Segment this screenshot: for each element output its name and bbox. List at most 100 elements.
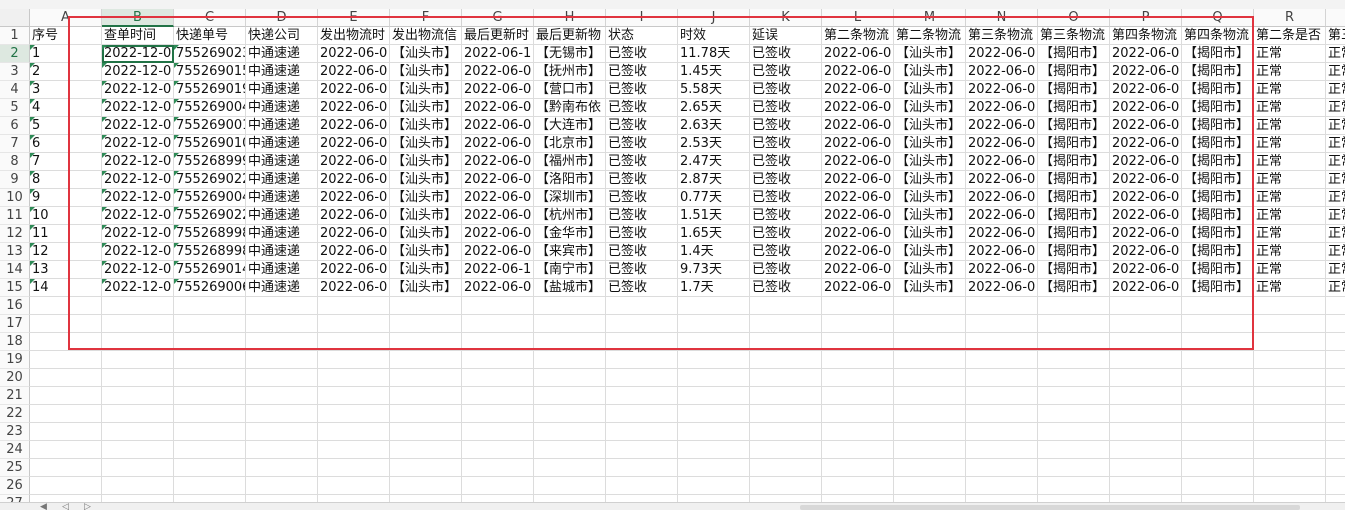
empty-cell[interactable]	[822, 333, 894, 351]
cell-M12[interactable]: 【汕头市】	[894, 225, 966, 243]
cell-M13[interactable]: 【汕头市】	[894, 243, 966, 261]
column-header-E[interactable]: E	[318, 9, 390, 27]
empty-cell[interactable]	[894, 351, 966, 369]
header-cell-M[interactable]: 第二条物流	[894, 27, 966, 45]
cell-O7[interactable]: 【揭阳市】	[1038, 135, 1110, 153]
cell-G7[interactable]: 2022-06-0	[462, 135, 534, 153]
empty-cell[interactable]	[102, 387, 174, 405]
cell-B8[interactable]: 2022-12-0	[102, 153, 174, 171]
cell-N11[interactable]: 2022-06-0	[966, 207, 1038, 225]
empty-cell[interactable]	[606, 459, 678, 477]
column-header-G[interactable]: G	[462, 9, 534, 27]
column-header-R[interactable]: R	[1254, 9, 1326, 27]
empty-cell[interactable]	[894, 369, 966, 387]
cell-S5[interactable]: 正常	[1326, 99, 1345, 117]
cell-P13[interactable]: 2022-06-0	[1110, 243, 1182, 261]
column-header-F[interactable]: F	[390, 9, 462, 27]
cell-Q13[interactable]: 【揭阳市】	[1182, 243, 1254, 261]
cell-R7[interactable]: 正常	[1254, 135, 1326, 153]
empty-cell[interactable]	[750, 387, 822, 405]
column-header-J[interactable]: J	[678, 9, 750, 27]
empty-cell[interactable]	[1254, 441, 1326, 459]
cell-R3[interactable]: 正常	[1254, 63, 1326, 81]
empty-cell[interactable]	[246, 459, 318, 477]
cell-N7[interactable]: 2022-06-0	[966, 135, 1038, 153]
cell-P4[interactable]: 2022-06-0	[1110, 81, 1182, 99]
empty-cell[interactable]	[102, 477, 174, 495]
cell-J7[interactable]: 2.53天	[678, 135, 750, 153]
empty-cell[interactable]	[102, 423, 174, 441]
empty-cell[interactable]	[30, 315, 102, 333]
cell-B5[interactable]: 2022-12-0	[102, 99, 174, 117]
cell-D2[interactable]: 中通速递	[246, 45, 318, 63]
cell-S7[interactable]: 正常	[1326, 135, 1345, 153]
empty-cell[interactable]	[534, 387, 606, 405]
cell-L10[interactable]: 2022-06-0	[822, 189, 894, 207]
empty-cell[interactable]	[318, 387, 390, 405]
empty-cell[interactable]	[462, 315, 534, 333]
empty-cell[interactable]	[1182, 459, 1254, 477]
cell-O10[interactable]: 【揭阳市】	[1038, 189, 1110, 207]
cell-L3[interactable]: 2022-06-0	[822, 63, 894, 81]
cell-G13[interactable]: 2022-06-0	[462, 243, 534, 261]
cell-F6[interactable]: 【汕头市】	[390, 117, 462, 135]
cell-O14[interactable]: 【揭阳市】	[1038, 261, 1110, 279]
cell-Q2[interactable]: 【揭阳市】	[1182, 45, 1254, 63]
empty-cell[interactable]	[606, 477, 678, 495]
cell-P15[interactable]: 2022-06-0	[1110, 279, 1182, 297]
cell-J9[interactable]: 2.87天	[678, 171, 750, 189]
cell-I12[interactable]: 已签收	[606, 225, 678, 243]
cell-N5[interactable]: 2022-06-0	[966, 99, 1038, 117]
empty-cell[interactable]	[894, 387, 966, 405]
empty-cell[interactable]	[174, 459, 246, 477]
cell-G12[interactable]: 2022-06-0	[462, 225, 534, 243]
empty-cell[interactable]	[822, 477, 894, 495]
cell-H6[interactable]: 【大连市】	[534, 117, 606, 135]
empty-cell[interactable]	[1110, 351, 1182, 369]
cell-K4[interactable]: 已签收	[750, 81, 822, 99]
cell-J13[interactable]: 1.4天	[678, 243, 750, 261]
row-header-26[interactable]: 26	[0, 477, 30, 495]
cell-I4[interactable]: 已签收	[606, 81, 678, 99]
cell-K3[interactable]: 已签收	[750, 63, 822, 81]
empty-cell[interactable]	[1182, 423, 1254, 441]
cell-B11[interactable]: 2022-12-0	[102, 207, 174, 225]
row-header-14[interactable]: 14	[0, 261, 30, 279]
cell-C2[interactable]: 755269023	[174, 45, 246, 63]
header-cell-P[interactable]: 第四条物流	[1110, 27, 1182, 45]
cell-R8[interactable]: 正常	[1254, 153, 1326, 171]
cell-R12[interactable]: 正常	[1254, 225, 1326, 243]
cell-N2[interactable]: 2022-06-0	[966, 45, 1038, 63]
empty-cell[interactable]	[30, 369, 102, 387]
cell-O6[interactable]: 【揭阳市】	[1038, 117, 1110, 135]
cell-K6[interactable]: 已签收	[750, 117, 822, 135]
cell-S13[interactable]: 正常	[1326, 243, 1345, 261]
empty-cell[interactable]	[102, 333, 174, 351]
cell-R9[interactable]: 正常	[1254, 171, 1326, 189]
cell-E4[interactable]: 2022-06-0	[318, 81, 390, 99]
cell-H4[interactable]: 【营口市】	[534, 81, 606, 99]
cell-R5[interactable]: 正常	[1254, 99, 1326, 117]
cell-H12[interactable]: 【金华市】	[534, 225, 606, 243]
column-header-A[interactable]: A	[30, 9, 102, 27]
empty-cell[interactable]	[1326, 387, 1345, 405]
header-cell-E[interactable]: 发出物流时	[318, 27, 390, 45]
empty-cell[interactable]	[894, 405, 966, 423]
empty-cell[interactable]	[894, 333, 966, 351]
cell-S11[interactable]: 正常	[1326, 207, 1345, 225]
header-cell-G[interactable]: 最后更新时	[462, 27, 534, 45]
cell-B9[interactable]: 2022-12-0	[102, 171, 174, 189]
empty-cell[interactable]	[1038, 297, 1110, 315]
cell-Q9[interactable]: 【揭阳市】	[1182, 171, 1254, 189]
empty-cell[interactable]	[822, 315, 894, 333]
cell-I14[interactable]: 已签收	[606, 261, 678, 279]
empty-cell[interactable]	[1326, 477, 1345, 495]
spreadsheet-grid[interactable]: ABCDEFGHIJKLMNOPQRS 12345678910111213141…	[0, 0, 1345, 510]
cell-Q5[interactable]: 【揭阳市】	[1182, 99, 1254, 117]
cell-O9[interactable]: 【揭阳市】	[1038, 171, 1110, 189]
cell-A7[interactable]: 6	[30, 135, 102, 153]
cell-N10[interactable]: 2022-06-0	[966, 189, 1038, 207]
cell-R10[interactable]: 正常	[1254, 189, 1326, 207]
empty-cell[interactable]	[30, 459, 102, 477]
empty-cell[interactable]	[1038, 459, 1110, 477]
